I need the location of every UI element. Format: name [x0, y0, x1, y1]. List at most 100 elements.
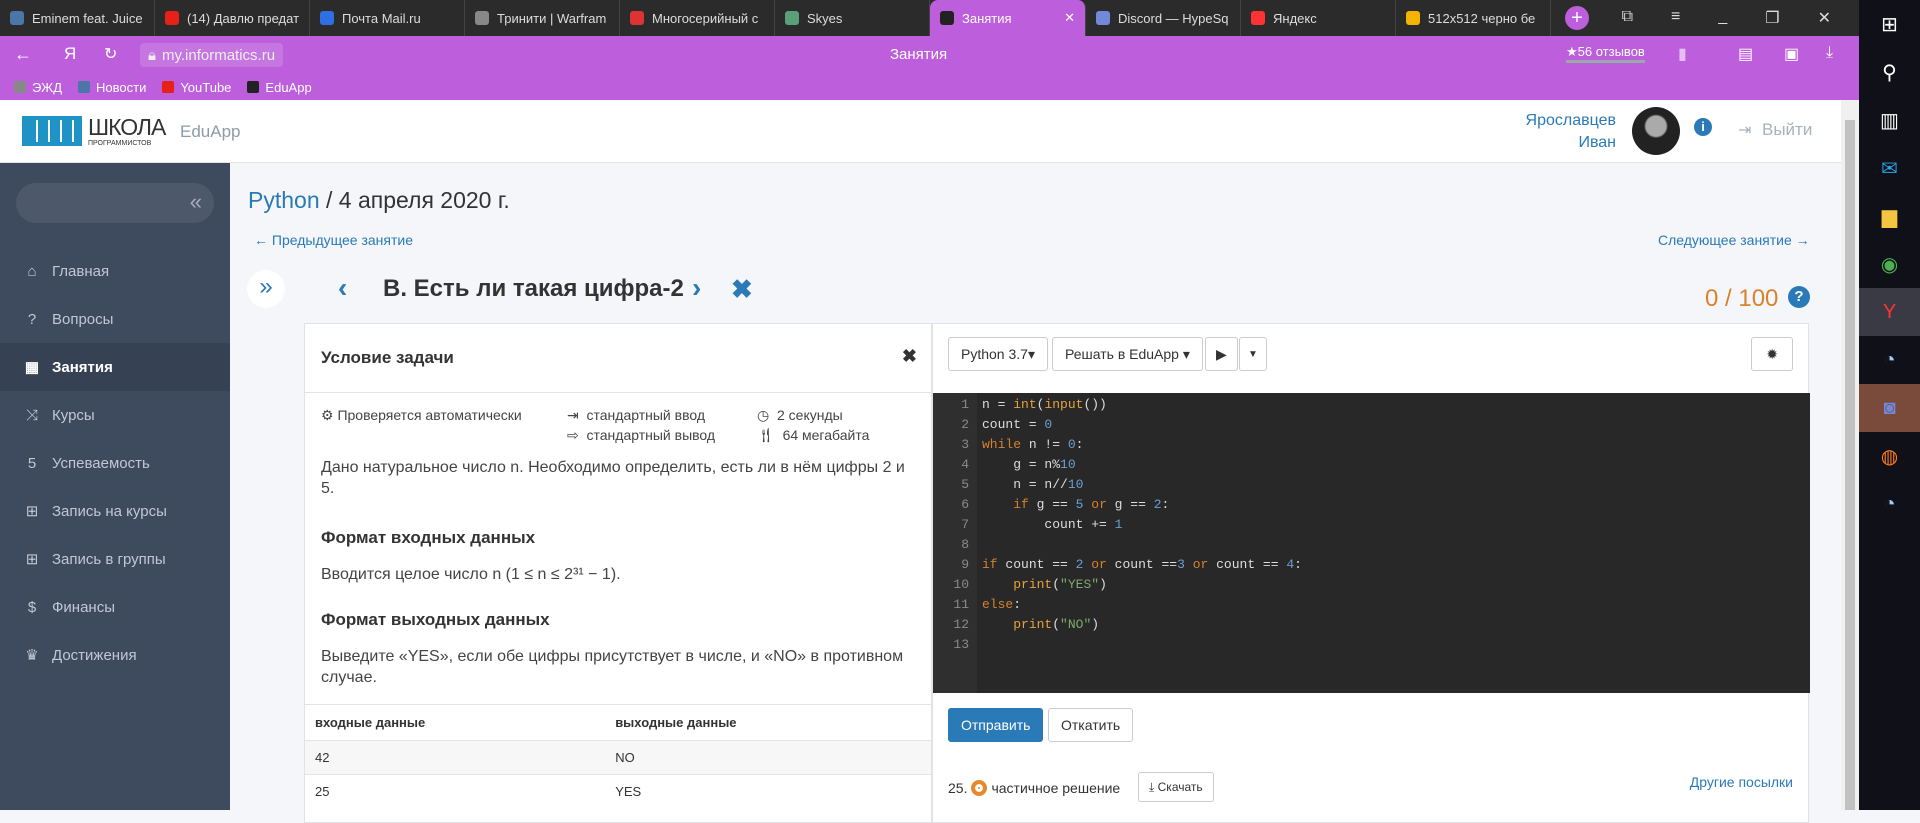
logout-link[interactable]: Выйти [1762, 120, 1812, 140]
info-icon[interactable]: i [1694, 118, 1712, 136]
collapse-sidebar-icon[interactable]: « [190, 189, 202, 215]
breadcrumb-course-link[interactable]: Python [248, 187, 320, 213]
code-content[interactable]: n = int(input()) count = 0 while n != 0:… [977, 393, 1302, 693]
windows-start-icon[interactable]: ⊞ [1859, 0, 1920, 48]
browser-tab[interactable]: Discord — HypeSq [1086, 0, 1241, 36]
sidebar-item[interactable]: ⤨ Курсы [0, 391, 230, 439]
previous-problem-icon[interactable]: ‹ [338, 272, 347, 304]
discord-icon[interactable]: ◙ [1859, 384, 1920, 432]
sidebar-item[interactable]: ? Вопросы [0, 295, 230, 343]
extension-icon[interactable]: ▣ [1784, 44, 1799, 64]
firefox-icon[interactable]: ◍ [1859, 432, 1920, 480]
examples-table: входные данные выходные данные 42 NO 25 YES [305, 704, 931, 809]
bookmark-item[interactable]: EduApp [247, 80, 312, 95]
close-panel-icon[interactable]: ✖ [902, 346, 917, 367]
run-options-dropdown[interactable]: ▼ [1239, 337, 1267, 371]
yandex-icon[interactable]: Я [64, 44, 76, 64]
url-field[interactable]: 🔒︎ my.informatics.ru [140, 43, 284, 67]
chrome-icon[interactable]: ◉ [1859, 240, 1920, 288]
app-name-link[interactable]: EduApp [180, 122, 241, 142]
browser-tab[interactable]: (14) Давлю предат [155, 0, 310, 36]
expand-panel-button[interactable]: » [247, 270, 285, 308]
next-problem-icon[interactable]: › [692, 272, 701, 304]
bookmark-favicon-icon [247, 81, 260, 93]
browser-tab[interactable]: Eminem feat. Juice [0, 0, 155, 36]
settings-button[interactable]: ✹ [1751, 337, 1793, 371]
restore-icon[interactable]: ❐ [1765, 8, 1779, 28]
line-number: 2 [961, 417, 969, 432]
input-format-title: Формат входных данных [321, 528, 536, 547]
tab-favicon-icon [320, 11, 334, 25]
back-icon[interactable]: ← [14, 44, 32, 65]
browser-tab[interactable]: Почта Mail.ru [310, 0, 465, 36]
problem-statement: Дано натуральное число n. Необходимо опр… [321, 459, 905, 497]
menu-icon[interactable]: ≡ [1671, 8, 1680, 28]
browser-tab[interactable]: Skyes [775, 0, 930, 36]
new-tab-button[interactable]: + [1565, 6, 1589, 30]
minimize-icon[interactable]: _ [1718, 8, 1727, 28]
logo-text: ШКОЛА [88, 114, 166, 140]
previous-lesson-link[interactable]: ← Предыдущее занятие [254, 232, 413, 248]
user-name-link[interactable]: Ярославцев Иван [1500, 110, 1616, 154]
tab-label: Skyes [807, 10, 843, 26]
bookmark-item[interactable]: Новости [78, 80, 146, 95]
task-view-icon[interactable]: ▥ [1859, 96, 1920, 144]
sidebar-item[interactable]: ⌂ Главная [0, 247, 230, 295]
folder-icon[interactable]: ▆ [1859, 192, 1920, 240]
next-lesson-link[interactable]: Следующее занятие → [1658, 232, 1810, 248]
reload-icon[interactable]: ↻ [104, 44, 117, 64]
browser-tab[interactable]: Многосерийный с [620, 0, 775, 36]
sidebar-item[interactable]: ♛ Достижения [0, 631, 230, 679]
avatar[interactable] [1632, 107, 1680, 155]
submit-button[interactable]: Отправить [948, 708, 1044, 742]
code-editor[interactable]: 1 2 3 4 5 6 7 8 9 10 11 12 13 n = int(input()) count… [933, 393, 1810, 693]
page-scrollbar[interactable] [1841, 100, 1859, 810]
tab-label: Многосерийный с [652, 10, 759, 26]
reader-icon[interactable]: ▤ [1738, 44, 1753, 64]
solve-in-eduapp-dropdown[interactable]: Решать в EduApp ▾ [1052, 337, 1203, 371]
browser-tab[interactable]: 512x512 черно бе [1396, 0, 1551, 36]
column-header: выходные данные [605, 704, 931, 741]
sidebar-search[interactable]: « [16, 183, 214, 223]
breadcrumb-date: / 4 апреля 2020 г. [319, 187, 510, 213]
collections-icon[interactable]: ⧉ [1622, 8, 1633, 28]
steam-icon[interactable]: ◔ [1859, 336, 1920, 384]
sign-in-icon: ⇥ [567, 407, 583, 423]
language-select[interactable]: Python 3.7 ▾ [948, 337, 1048, 371]
browser-tab[interactable]: Тринити | Warfram [465, 0, 620, 36]
yandex-browser-icon[interactable]: Y [1859, 288, 1920, 336]
sidebar: « ⌂ Главная? Вопросы ▦ Занятия ⤨ Курсы 5 Успевае… [0, 163, 230, 810]
bookmark-icon[interactable]: ▮ [1678, 44, 1687, 64]
breadcrumb: Python / 4 апреля 2020 г. [248, 187, 510, 214]
sidebar-item[interactable]: ⊞ Запись в группы [0, 535, 230, 583]
windows-taskbar: ⊞ ⚲ ▥ ✉ ▆ ◉ Y ◔ ◙ ◍ ◔ [1859, 0, 1920, 810]
rollback-button[interactable]: Откатить [1048, 708, 1134, 742]
close-problem-icon[interactable]: ✖ [731, 274, 753, 305]
browser-tab[interactable]: Занятия ✕ [930, 0, 1086, 36]
sidebar-item-label: Вопросы [52, 310, 114, 328]
browser-tab[interactable]: Яндекс [1241, 0, 1396, 36]
run-button[interactable]: ▶ [1205, 337, 1238, 371]
output-format: Выведите «YES», если обе цифры присутств… [321, 648, 904, 686]
other-submissions-link[interactable]: Другие посылки [1690, 774, 1793, 790]
sidebar-item[interactable]: ▦ Занятия [0, 343, 230, 391]
partial-status-icon [971, 780, 988, 796]
bookmark-item[interactable]: YouTube [162, 80, 231, 95]
download-icon[interactable]: ⤓ [1826, 44, 1833, 62]
help-icon[interactable]: ? [1788, 286, 1810, 308]
tab-favicon-icon [165, 11, 179, 25]
steam-icon[interactable]: ◔ [1859, 480, 1920, 528]
sidebar-item[interactable]: ⊞ Запись на курсы [0, 487, 230, 535]
bookmark-item[interactable]: ЭЖД [14, 80, 62, 95]
sidebar-item[interactable]: $ Финансы [0, 583, 230, 631]
sidebar-item[interactable]: 5 Успеваемость [0, 439, 230, 487]
search-icon[interactable]: ⚲ [1859, 48, 1920, 96]
reviews-button[interactable]: ★56 отзывов [1566, 44, 1645, 63]
mail-icon[interactable]: ✉ [1859, 144, 1920, 192]
play-icon: ▶ [1216, 345, 1227, 362]
bookmarks-bar: ЭЖД Новости YouTube EduApp [0, 74, 1859, 100]
close-tab-icon[interactable]: ✕ [1064, 10, 1075, 26]
scrollbar-thumb[interactable] [1845, 120, 1855, 810]
download-button[interactable]: ⤓ Скачать [1138, 772, 1214, 802]
close-window-icon[interactable]: ✕ [1818, 8, 1831, 28]
